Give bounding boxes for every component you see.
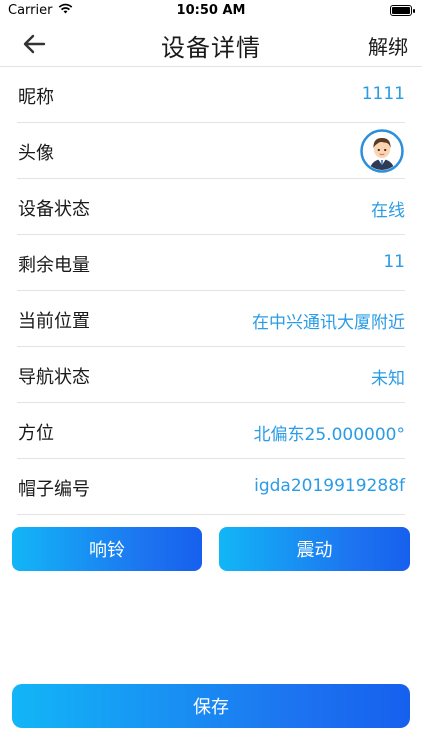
row-label: 剩余电量 — [18, 255, 90, 276]
navigation-bar: 设备详情 解绑 — [0, 22, 422, 67]
row-device-status[interactable]: 设备状态 在线 — [17, 179, 405, 235]
row-label: 头像 — [18, 143, 54, 164]
page-title: 设备详情 — [161, 34, 261, 62]
row-value: 未知 — [371, 369, 405, 389]
row-avatar[interactable]: 头像 — [17, 123, 405, 179]
row-value: igda2019919288f — [254, 476, 405, 496]
row-value: 1111 — [361, 84, 405, 104]
row-value: 在线 — [371, 201, 405, 221]
row-nickname[interactable]: 昵称 1111 — [17, 67, 405, 123]
row-label: 导航状态 — [18, 367, 90, 388]
row-location[interactable]: 当前位置 在中兴通讯大厦附近 — [17, 291, 405, 347]
row-label: 帽子编号 — [18, 479, 90, 500]
unbind-button[interactable]: 解绑 — [368, 31, 408, 60]
row-value: 在中兴通讯大厦附近 — [252, 313, 405, 333]
battery-icon — [390, 5, 415, 16]
row-direction[interactable]: 方位 北偏东25.000000° — [17, 403, 405, 459]
row-value: 11 — [383, 252, 405, 272]
row-value: 北偏东25.000000° — [253, 425, 405, 445]
ring-button[interactable]: 响铃 — [12, 527, 202, 571]
row-label: 昵称 — [18, 87, 54, 108]
row-label: 设备状态 — [18, 199, 90, 220]
vibrate-button[interactable]: 震动 — [219, 527, 410, 571]
status-time: 10:50 AM — [176, 3, 246, 18]
status-bar: Carrier 10:50 AM — [0, 0, 422, 22]
device-detail-screen: Carrier 10:50 AM 设备详情 解绑 昵称 1111 头像 设备状态… — [0, 0, 422, 750]
row-battery[interactable]: 剩余电量 11 — [17, 235, 405, 291]
row-label: 方位 — [18, 423, 54, 444]
battery-level-fill — [392, 7, 410, 14]
row-hat-number[interactable]: 帽子编号 igda2019919288f — [17, 459, 405, 515]
row-label: 当前位置 — [18, 311, 90, 332]
avatar-boy-icon[interactable] — [360, 129, 404, 173]
detail-list: 昵称 1111 头像 设备状态 在线 剩余电量 11 当前位置 在中兴通讯大厦附… — [0, 67, 422, 515]
save-button[interactable]: 保存 — [12, 684, 410, 728]
row-navigation-status[interactable]: 导航状态 未知 — [17, 347, 405, 403]
